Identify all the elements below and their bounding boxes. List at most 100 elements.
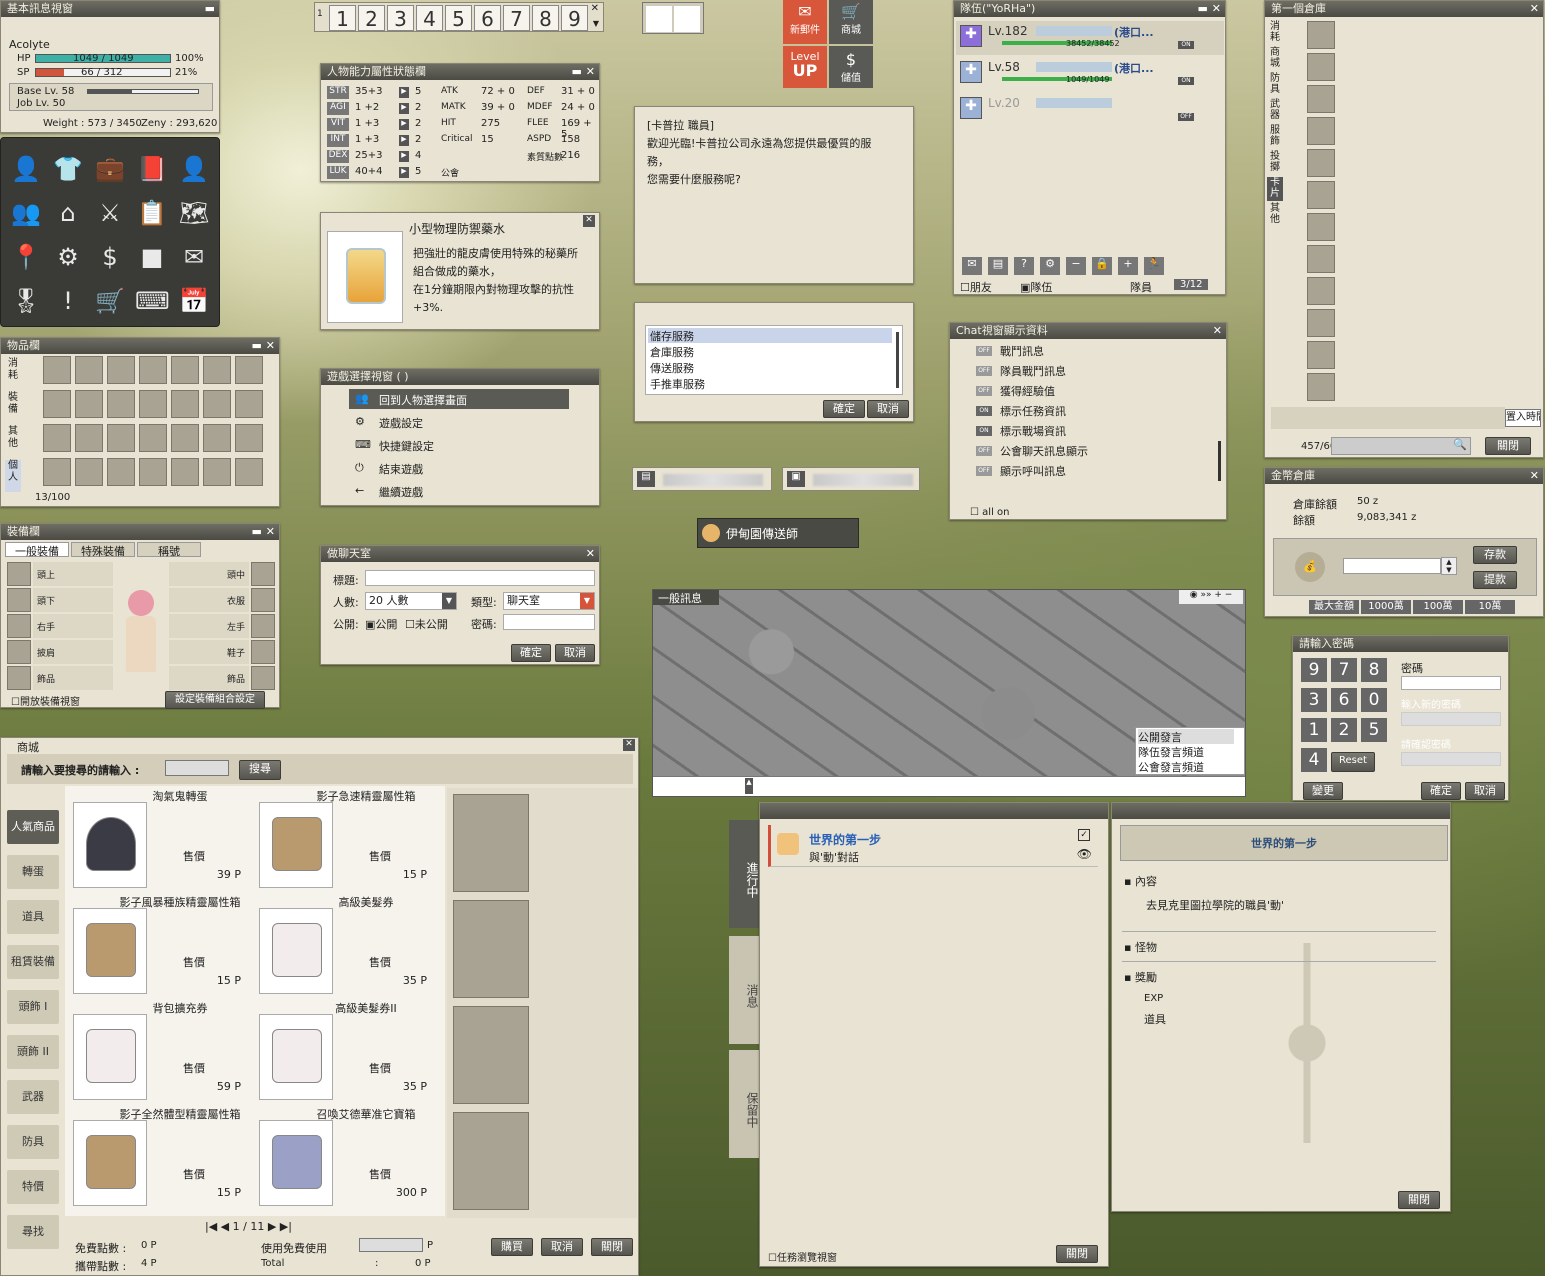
inventory-slot[interactable] bbox=[75, 356, 103, 384]
inventory-slot[interactable] bbox=[107, 390, 135, 418]
friend-checkbox[interactable]: ☐朋友 bbox=[960, 279, 992, 295]
inventory-slot[interactable] bbox=[235, 458, 263, 486]
party-titlebar[interactable]: 隊伍("YoRHa") ▬ ✕ bbox=[954, 1, 1225, 17]
hotkey-slot[interactable]: 5 bbox=[445, 5, 472, 31]
browse-checkbox[interactable]: ☐任務瀏覽視窗 bbox=[768, 1249, 837, 1264]
quick-amount-button[interactable]: 最大金額 bbox=[1309, 600, 1359, 614]
storage-slot[interactable] bbox=[1307, 277, 1335, 305]
cancel-button[interactable]: 取消 bbox=[541, 1238, 583, 1256]
chatroom-titlebar[interactable]: 做聊天室 ✕ bbox=[321, 546, 599, 562]
storage-slot[interactable] bbox=[1307, 53, 1335, 81]
chat-input[interactable] bbox=[653, 776, 1245, 796]
public-radio[interactable]: ▣公開 bbox=[365, 616, 397, 632]
chat-tab[interactable]: 一般訊息 bbox=[653, 590, 719, 605]
party-checkbox[interactable]: ▣隊伍 bbox=[1020, 279, 1052, 295]
confirm-password-input[interactable] bbox=[1401, 752, 1501, 766]
shop-button[interactable]: 🛒 商城 bbox=[829, 0, 873, 44]
equip-slot-icon[interactable] bbox=[7, 588, 31, 612]
scrollbar[interactable] bbox=[1218, 441, 1221, 481]
people-select[interactable]: 20 人數 ▼ bbox=[365, 592, 457, 610]
storage-slot[interactable] bbox=[1307, 149, 1335, 177]
pin-key[interactable]: 0 bbox=[1361, 688, 1387, 712]
quest-tab[interactable]: 保留中 bbox=[729, 1050, 759, 1158]
amount-stepper[interactable]: ▲ ▼ bbox=[1441, 557, 1457, 575]
quest-tab[interactable]: 進行中 bbox=[729, 820, 759, 928]
storage-slot[interactable] bbox=[1307, 117, 1335, 145]
equip-slot-icon[interactable] bbox=[251, 640, 275, 664]
close-icon[interactable]: ▬ ✕ bbox=[252, 524, 275, 540]
cancel-button[interactable]: 取消 bbox=[555, 644, 595, 662]
service-option[interactable]: 儲存服務 bbox=[648, 328, 892, 343]
storage-slot[interactable] bbox=[1307, 213, 1335, 241]
buy-button[interactable]: 購買 bbox=[491, 1238, 533, 1256]
mall-category[interactable]: 租賃裝備 bbox=[7, 945, 59, 979]
stat-up-button[interactable]: ▶ bbox=[399, 151, 409, 162]
eye-icon[interactable]: 👁 bbox=[1077, 847, 1092, 861]
equip-slot-icon[interactable] bbox=[7, 614, 31, 638]
equip-slot-icon[interactable] bbox=[7, 666, 31, 690]
pin-key[interactable]: 2 bbox=[1331, 718, 1357, 742]
inventory-slot[interactable] bbox=[171, 458, 199, 486]
gear-icon[interactable]: ⚙ bbox=[51, 240, 85, 274]
minimize-icon[interactable]: ▬ bbox=[205, 1, 215, 17]
equip-slot-icon[interactable] bbox=[251, 588, 275, 612]
alert-chat-icon[interactable]: ! bbox=[51, 284, 85, 318]
inventory-slot[interactable] bbox=[203, 390, 231, 418]
mall-category[interactable]: 人氣商品 bbox=[7, 810, 59, 844]
chat-settings-titlebar[interactable]: Chat視窗顯示資料 ✕ bbox=[950, 323, 1226, 339]
inventory-tab[interactable]: 個人 bbox=[5, 460, 21, 492]
use-free-input[interactable] bbox=[359, 1238, 423, 1252]
location-pin-icon[interactable]: 📍 bbox=[9, 240, 43, 274]
password-input[interactable] bbox=[1401, 676, 1501, 690]
storage-slot[interactable] bbox=[1307, 21, 1335, 49]
quick-slot[interactable] bbox=[646, 6, 672, 32]
inventory-slot[interactable] bbox=[139, 458, 167, 486]
help-icon[interactable]: ? bbox=[1014, 257, 1034, 275]
new-password-input[interactable] bbox=[1401, 712, 1501, 726]
storage-titlebar[interactable]: 第一個倉庫 ✕ bbox=[1265, 1, 1543, 17]
mall-category[interactable]: 頭飾 II bbox=[7, 1035, 59, 1069]
inventory-slot[interactable] bbox=[43, 390, 71, 418]
close-icon[interactable]: ✕ bbox=[1530, 468, 1539, 484]
inventory-slot[interactable] bbox=[107, 458, 135, 486]
toggle-switch[interactable]: OFF bbox=[976, 346, 992, 356]
inventory-slot[interactable] bbox=[203, 356, 231, 384]
quest-clipboard-icon[interactable]: 📋 bbox=[135, 196, 169, 230]
deposit-button[interactable]: 存款 bbox=[1473, 546, 1517, 564]
quest-entry[interactable]: 世界的第一步 與'動'對話 ✓ 👁 bbox=[768, 825, 1098, 867]
product-ghost-icon[interactable] bbox=[73, 802, 147, 888]
storage-slot[interactable] bbox=[1307, 309, 1335, 337]
gear-icon[interactable]: ⚙ bbox=[1040, 257, 1060, 275]
deposit-button[interactable]: $ 儲值 bbox=[829, 46, 873, 88]
storage-slot[interactable] bbox=[1307, 181, 1335, 209]
quest-detail-titlebar[interactable] bbox=[1112, 803, 1450, 819]
close-icon[interactable]: ✕ bbox=[586, 546, 595, 562]
inventory-slot[interactable] bbox=[139, 356, 167, 384]
stat-up-button[interactable]: ▶ bbox=[399, 103, 409, 114]
ok-button[interactable]: 確定 bbox=[1421, 782, 1461, 800]
toggle-switch[interactable]: OFF bbox=[976, 386, 992, 396]
close-icon[interactable]: ▬ ✕ bbox=[1198, 1, 1221, 17]
dollar-icon[interactable]: $ bbox=[93, 240, 127, 274]
basic-info-titlebar[interactable]: 基本訊息視窗 ▬ bbox=[1, 1, 219, 17]
mall-category[interactable]: 頭飾 I bbox=[7, 990, 59, 1024]
minus-icon[interactable]: − bbox=[1066, 257, 1086, 275]
storage-tab[interactable]: 消耗 bbox=[1267, 21, 1283, 45]
equip-slot-icon[interactable] bbox=[251, 562, 275, 586]
close-icon[interactable]: ▬ ✕ bbox=[572, 64, 595, 80]
leave-icon[interactable]: 🏃 bbox=[1144, 257, 1164, 275]
cart-slot[interactable] bbox=[453, 1006, 529, 1104]
close-icon[interactable]: ✕ bbox=[1213, 323, 1222, 339]
toggle-switch[interactable]: OFF bbox=[976, 466, 992, 476]
cart-icon[interactable]: 🛒 bbox=[93, 284, 127, 318]
quick-amount-button[interactable]: 10萬 bbox=[1465, 600, 1515, 614]
toggle-switch[interactable]: OFF bbox=[976, 366, 992, 376]
hotkey-slot[interactable]: 7 bbox=[503, 5, 530, 31]
reset-button[interactable]: Reset bbox=[1331, 752, 1375, 772]
pin-key[interactable]: 1 bbox=[1301, 718, 1327, 742]
withdraw-button[interactable]: 提款 bbox=[1473, 571, 1517, 589]
inventory-slot[interactable] bbox=[139, 424, 167, 452]
inventory-slot[interactable] bbox=[43, 424, 71, 452]
levelup-button[interactable]: Level UP bbox=[783, 46, 827, 88]
search-icon[interactable]: 🔍 bbox=[1453, 438, 1467, 451]
